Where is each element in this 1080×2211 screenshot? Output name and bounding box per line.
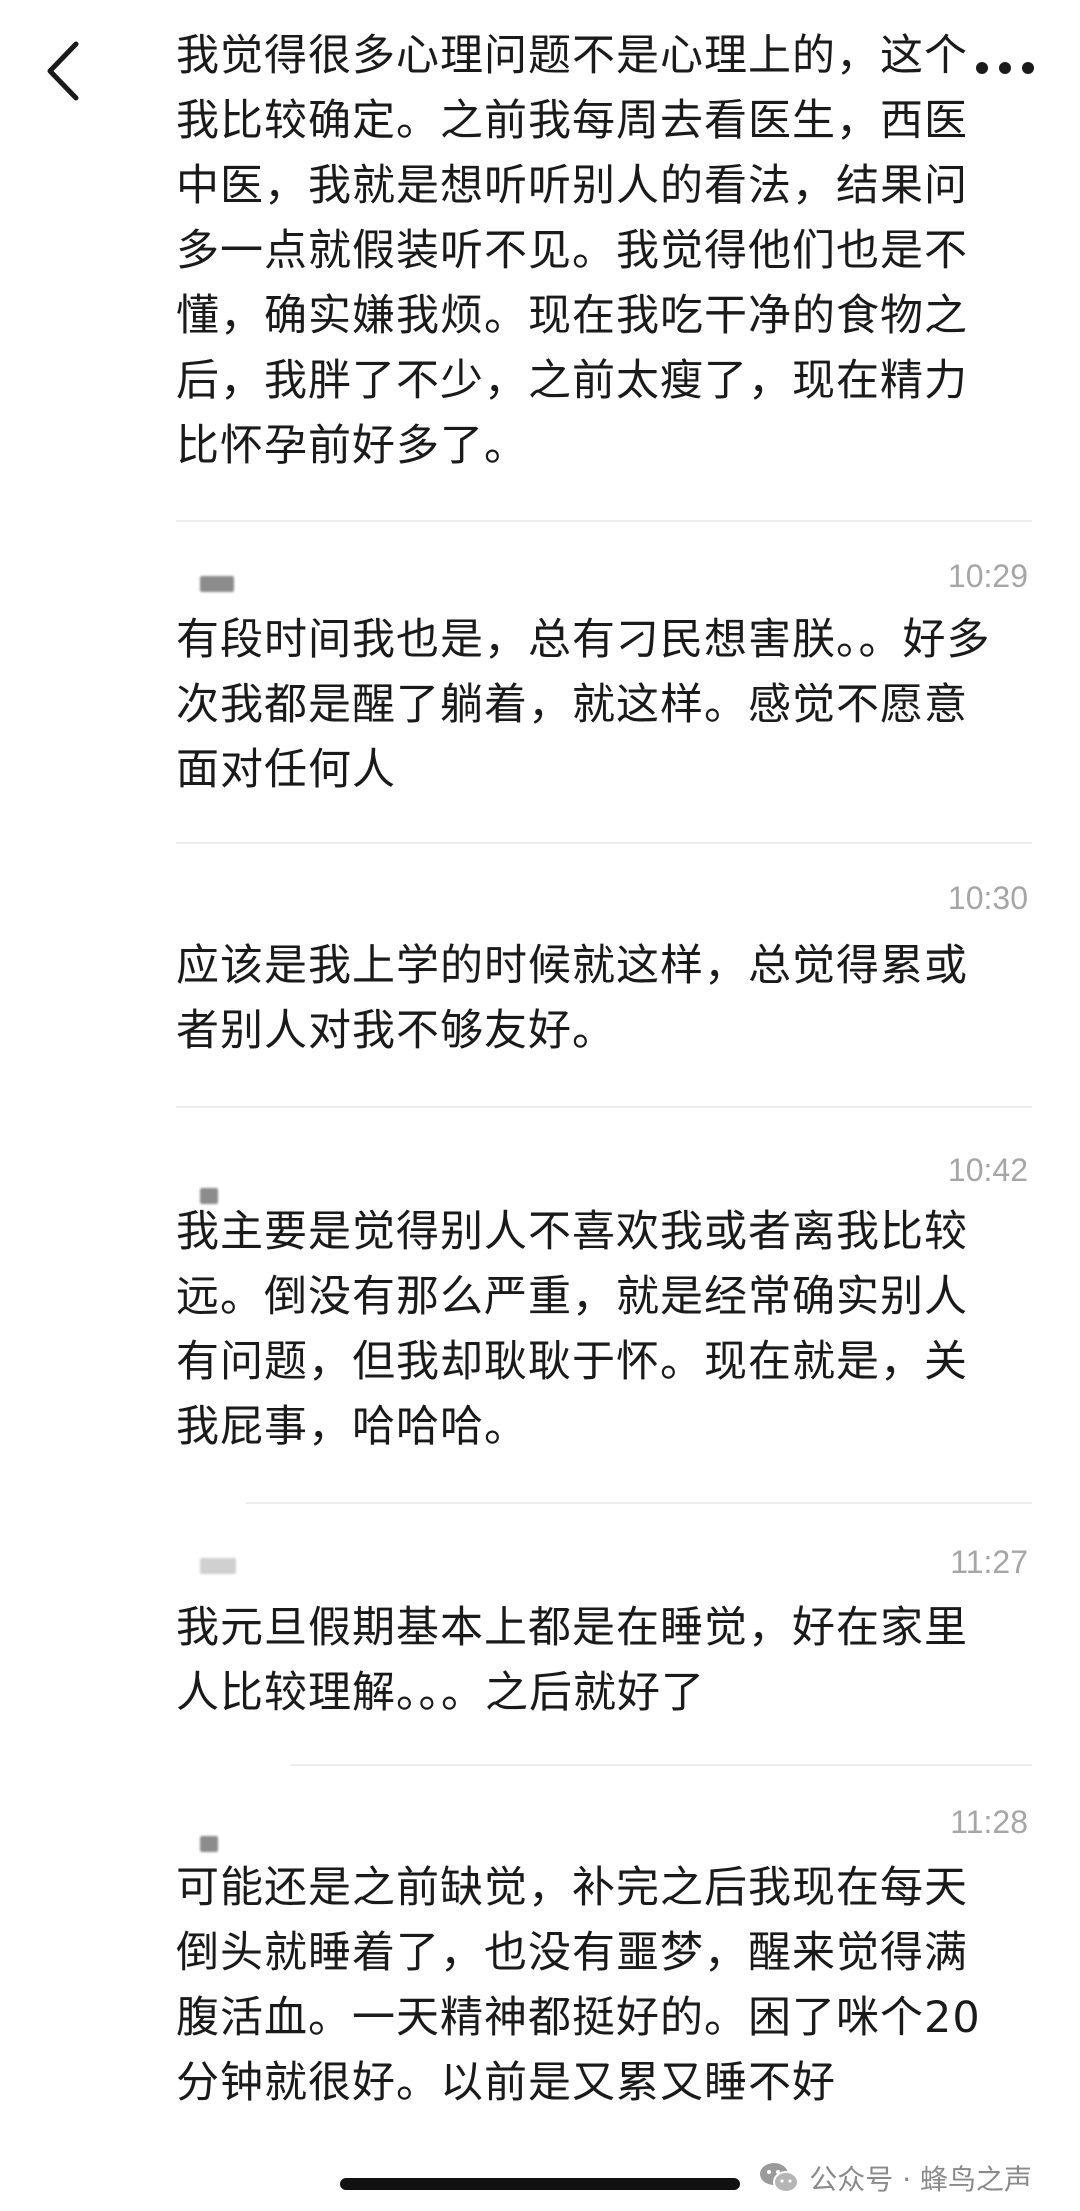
- back-button[interactable]: [38, 36, 88, 106]
- home-indicator: [340, 2178, 740, 2190]
- comment-time: 10:42: [947, 1152, 1028, 1188]
- comment-text: 我元旦假期基本上都是在睡觉，好在家里人比较理解。。。之后就好了: [176, 1603, 968, 1718]
- comment-divider: [176, 842, 1032, 844]
- comment-time: 10:30: [947, 880, 1028, 916]
- username-redacted: [200, 1558, 236, 1574]
- comment-text: 有段时间我也是，总有刁民想害朕。。好多次我都是醒了躺着，就这样。感觉不愿意面对任…: [176, 615, 991, 795]
- chevron-left-icon: [47, 41, 79, 101]
- username-redacted: [200, 576, 234, 592]
- comment-divider: [176, 520, 1032, 522]
- comment-divider: [290, 1764, 1032, 1766]
- watermark-text: 公众号 · 蜂鸟之声: [809, 2163, 1032, 2196]
- comment-text: 我主要是觉得别人不喜欢我或者离我比较远。倒没有那么严重，就是经常确实别人有问题，…: [176, 1207, 968, 1452]
- comment-time: 11:28: [950, 1804, 1028, 1840]
- comment-divider: [176, 1106, 1032, 1108]
- username-redacted: [200, 1836, 218, 1852]
- comment-text: 我觉得很多心理问题不是心理上的，这个我比较确定。之前我每周去看医生，西医中医，我…: [176, 31, 968, 471]
- comment-divider: [246, 1502, 1032, 1504]
- comment-text: 可能还是之前缺觉，补完之后我现在每天倒头就睡着了，也没有噩梦，醒来觉得满腹活血。…: [176, 1863, 981, 2108]
- comment-time: 10:29: [947, 558, 1028, 594]
- wechat-icon: [760, 2163, 800, 2193]
- comment-text: 应该是我上学的时候就这样，总觉得累或者别人对我不够友好。: [176, 941, 968, 1056]
- watermark: 公众号 · 蜂鸟之声: [759, 2158, 1032, 2198]
- comment-time: 11:27: [950, 1544, 1028, 1580]
